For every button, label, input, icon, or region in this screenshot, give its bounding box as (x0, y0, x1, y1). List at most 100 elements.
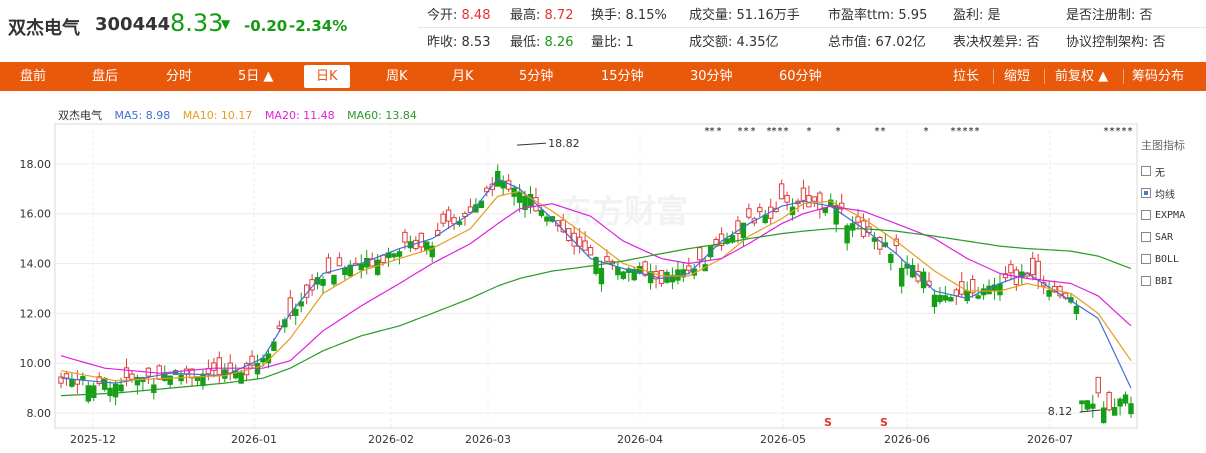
candle-body (63, 373, 70, 379)
candle-body (620, 271, 626, 279)
indicator-option-ma[interactable]: 均线 (1141, 182, 1203, 204)
candle-body (211, 362, 217, 371)
event-star-icon: * (751, 126, 756, 137)
indicator-panel: 主图指标 无 均线 EXPMA SAR BOLL BBI (1141, 137, 1203, 292)
indicator-option-bbi[interactable]: BBI (1141, 270, 1203, 292)
high-price-label: 18.82 (548, 137, 580, 150)
candle-body (697, 247, 703, 261)
candle-body (888, 253, 894, 263)
checkbox-checked-icon (1141, 188, 1151, 198)
indicator-option-expma[interactable]: EXPMA (1141, 204, 1203, 226)
event-star-icon: * (738, 126, 743, 137)
candle-body (817, 192, 823, 210)
high-pointer-line (517, 142, 547, 146)
checkbox-icon (1141, 210, 1151, 220)
y-tick-label: 16.00 (20, 208, 52, 221)
candle-body (740, 222, 747, 239)
indicator-option-none[interactable]: 无 (1141, 160, 1203, 182)
event-star-icon: * (717, 126, 722, 137)
checkbox-icon (1141, 232, 1151, 242)
y-tick-label: 18.00 (20, 158, 52, 171)
candle-body (937, 294, 943, 303)
candle-body (107, 387, 113, 397)
candle-body (69, 378, 75, 387)
candle-body (582, 240, 588, 251)
candle-body (222, 369, 228, 379)
candle-body (331, 274, 337, 285)
event-star-icon: * (875, 126, 880, 137)
candle-body (396, 251, 403, 257)
candle-body (899, 267, 905, 287)
candle-body (325, 257, 332, 274)
candle-body (364, 257, 370, 268)
event-star-icon: * (975, 126, 980, 137)
candle-body (216, 357, 223, 376)
event-star-icon: * (778, 126, 783, 137)
candle-body (380, 254, 386, 264)
candle-body (811, 196, 818, 202)
candle-body (151, 384, 157, 394)
event-star-icon: * (969, 126, 974, 137)
event-star-icon: * (784, 126, 789, 137)
candle-body (964, 290, 970, 302)
y-tick-label: 14.00 (20, 258, 52, 271)
event-s-marker-icon: S (824, 416, 832, 429)
watermark-logo: 东方财富 (560, 192, 688, 230)
candle-body (123, 367, 130, 379)
candle-body (1128, 403, 1134, 415)
event-star-icon: * (807, 126, 812, 137)
x-tick-label: 2026-06 (884, 433, 930, 446)
candle-body (129, 373, 135, 380)
candle-body (391, 253, 397, 258)
y-tick-label: 12.00 (20, 307, 52, 320)
candle-body (1073, 305, 1080, 315)
candle-body (942, 295, 949, 301)
candle-body (948, 297, 954, 302)
candle-body (1079, 400, 1085, 405)
candle-body (516, 191, 523, 203)
x-tick-label: 2026-02 (368, 433, 414, 446)
event-star-icon: * (1110, 126, 1115, 137)
kline-chart[interactable]: 8.00 10.00 12.00 14.00 16.00 18.00 2025-12 2026… (0, 0, 1206, 453)
event-star-icon: * (957, 126, 962, 137)
candle-body (784, 194, 790, 203)
event-star-icon: * (744, 126, 749, 137)
candle-body (800, 187, 807, 201)
candle-body (342, 267, 348, 276)
candle-body (1090, 403, 1096, 409)
candle-body (806, 195, 812, 208)
event-star-icon: * (710, 126, 715, 137)
candle-body (1111, 407, 1118, 416)
y-tick-label: 8.00 (27, 407, 52, 420)
candle-body (85, 385, 91, 402)
indicator-panel-title: 主图指标 (1141, 139, 1185, 152)
candle-body (1106, 392, 1112, 411)
low-pointer-line (1079, 409, 1101, 413)
candle-body (167, 375, 173, 385)
event-star-icon: * (1104, 126, 1109, 137)
candle-body (112, 383, 119, 398)
candle-body (778, 183, 785, 200)
candle-body (1084, 400, 1091, 410)
candle-body (320, 279, 326, 286)
indicator-option-sar[interactable]: SAR (1141, 226, 1203, 248)
candle-body (1046, 290, 1052, 297)
event-star-icon: * (1116, 126, 1121, 137)
candle-body (418, 232, 425, 248)
x-tick-label: 2026-05 (760, 433, 806, 446)
event-star-icon: * (924, 126, 929, 137)
candle-body (374, 259, 381, 275)
indicator-option-boll[interactable]: BOLL (1141, 248, 1203, 270)
candle-body (604, 256, 610, 262)
candle-body (101, 377, 108, 390)
candle-body (358, 263, 364, 271)
event-star-icon: * (951, 126, 956, 137)
candle-body (757, 207, 763, 213)
candle-body (544, 216, 550, 222)
candle-body (440, 213, 446, 224)
candle-body (658, 270, 665, 284)
x-tick-label: 2026-03 (465, 433, 511, 446)
candle-body (118, 384, 124, 392)
candle-body (402, 231, 408, 243)
event-star-icon: * (772, 126, 777, 137)
